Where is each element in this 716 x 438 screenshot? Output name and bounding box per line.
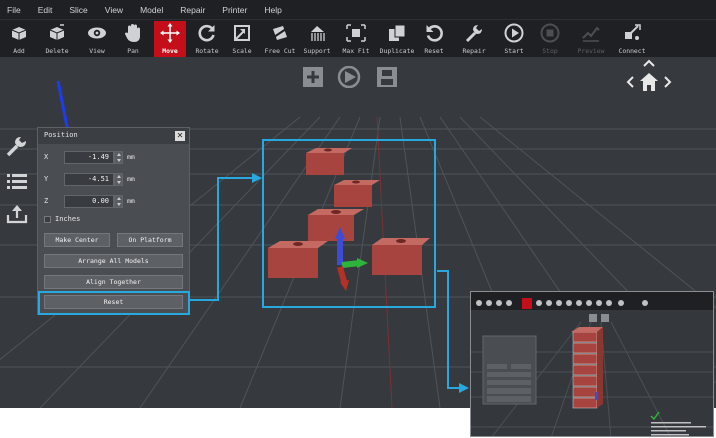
max-fit-label: Max Fit — [342, 47, 370, 55]
support-button[interactable]: Support — [302, 21, 332, 57]
z-spinner[interactable] — [114, 195, 123, 208]
x-axis-label: X — [44, 153, 49, 161]
connect-button[interactable]: Connect — [616, 21, 648, 57]
rotate-button[interactable]: Rotate — [192, 21, 222, 57]
repair-icon — [458, 23, 490, 43]
pan-icon — [118, 23, 148, 43]
pan-label: Pan — [127, 47, 139, 55]
rotate-label: Rotate — [195, 47, 219, 55]
start-button[interactable]: Start — [499, 21, 529, 57]
reset-highlight — [38, 291, 190, 315]
delete-button[interactable]: Delete — [40, 21, 74, 57]
scale-label: Scale — [232, 47, 252, 55]
z-value-field[interactable]: 0.00 — [64, 195, 114, 208]
wrench-icon[interactable] — [6, 135, 28, 157]
panel-header: Position ✕ — [38, 128, 189, 144]
move-button[interactable]: Move — [154, 21, 186, 57]
delete-label: Delete — [45, 47, 69, 55]
rotate-icon — [192, 23, 222, 43]
add-button[interactable]: Add — [4, 21, 34, 57]
stop-button[interactable]: Stop — [535, 21, 565, 57]
toolbar: Add Delete View Pan Move Rotate Scale Fr… — [0, 19, 716, 57]
arrange-all-models-button[interactable]: Arrange All Models — [44, 254, 183, 268]
on-platform-button[interactable]: On Platform — [117, 233, 183, 247]
preview-label: Preview — [577, 47, 605, 55]
delete-icon — [40, 23, 74, 43]
close-icon[interactable]: ✕ — [175, 131, 185, 141]
max-fit-button[interactable]: Max Fit — [340, 21, 372, 57]
move-icon — [154, 23, 186, 43]
z-coordinate-row: Z 0.00 mm — [44, 195, 184, 208]
scale-icon — [228, 23, 256, 43]
list-icon[interactable] — [6, 172, 28, 190]
view-icon — [82, 23, 112, 43]
free-cut-icon — [262, 23, 298, 43]
reset-label-toolbar: Reset — [424, 47, 444, 55]
add-label: Add — [13, 47, 25, 55]
view-label: View — [89, 47, 105, 55]
add-icon — [4, 23, 34, 43]
scale-button[interactable]: Scale — [228, 21, 256, 57]
menu-view[interactable]: View — [105, 5, 123, 15]
stop-label: Stop — [542, 47, 558, 55]
move-label: Move — [162, 47, 178, 55]
start-icon — [499, 23, 529, 43]
x-spinner[interactable] — [114, 151, 123, 164]
connect-label: Connect — [618, 47, 646, 55]
view-button[interactable]: View — [82, 21, 112, 57]
repair-button[interactable]: Repair — [458, 21, 490, 57]
menu-slice[interactable]: Slice — [69, 5, 87, 15]
position-panel: Position ✕ X -1.49 mm Y -4.51 mm Z 0.00 … — [37, 127, 190, 315]
preview-image — [471, 292, 713, 436]
stop-icon — [535, 23, 565, 43]
duplicate-icon — [378, 23, 416, 43]
menu-help[interactable]: Help — [264, 5, 281, 15]
free-cut-button[interactable]: Free Cut — [262, 21, 298, 57]
menu-edit[interactable]: Edit — [38, 5, 53, 15]
free-cut-label: Free Cut — [264, 47, 296, 55]
y-spinner[interactable] — [114, 173, 123, 186]
menu-printer[interactable]: Printer — [222, 5, 247, 15]
y-unit-label: mm — [127, 175, 135, 183]
reset-icon — [420, 23, 448, 43]
y-coordinate-row: Y -4.51 mm — [44, 173, 184, 186]
pan-button[interactable]: Pan — [118, 21, 148, 57]
start-label: Start — [504, 47, 524, 55]
y-axis-label: Y — [44, 175, 49, 183]
panel-title: Position — [44, 131, 78, 139]
menu-file[interactable]: File — [7, 5, 21, 15]
align-together-button[interactable]: Align Together — [44, 275, 183, 289]
duplicate-label: Duplicate — [379, 47, 415, 55]
export-icon[interactable] — [6, 204, 28, 224]
z-axis-label: Z — [44, 197, 49, 205]
support-icon — [302, 23, 332, 43]
x-unit-label: mm — [127, 153, 135, 161]
support-label: Support — [303, 47, 331, 55]
z-unit-label: mm — [127, 197, 135, 205]
inches-label: Inches — [55, 215, 81, 223]
connect-icon — [616, 23, 648, 43]
reset-button-toolbar[interactable]: Reset — [420, 21, 448, 57]
x-value-field[interactable]: -1.49 — [64, 151, 114, 164]
menu-model[interactable]: Model — [140, 5, 163, 15]
inches-checkbox[interactable] — [44, 216, 51, 223]
make-center-button[interactable]: Make Center — [44, 233, 110, 247]
max-fit-icon — [340, 23, 372, 43]
menu-bar: File Edit Slice View Model Repair Printe… — [0, 0, 716, 19]
result-preview-thumbnail — [470, 291, 714, 437]
menu-repair[interactable]: Repair — [180, 5, 205, 15]
duplicate-button[interactable]: Duplicate — [378, 21, 416, 57]
preview-icon — [573, 23, 609, 43]
x-coordinate-row: X -1.49 mm — [44, 151, 184, 164]
repair-label: Repair — [462, 47, 486, 55]
preview-button[interactable]: Preview — [573, 21, 609, 57]
y-value-field[interactable]: -4.51 — [64, 173, 114, 186]
